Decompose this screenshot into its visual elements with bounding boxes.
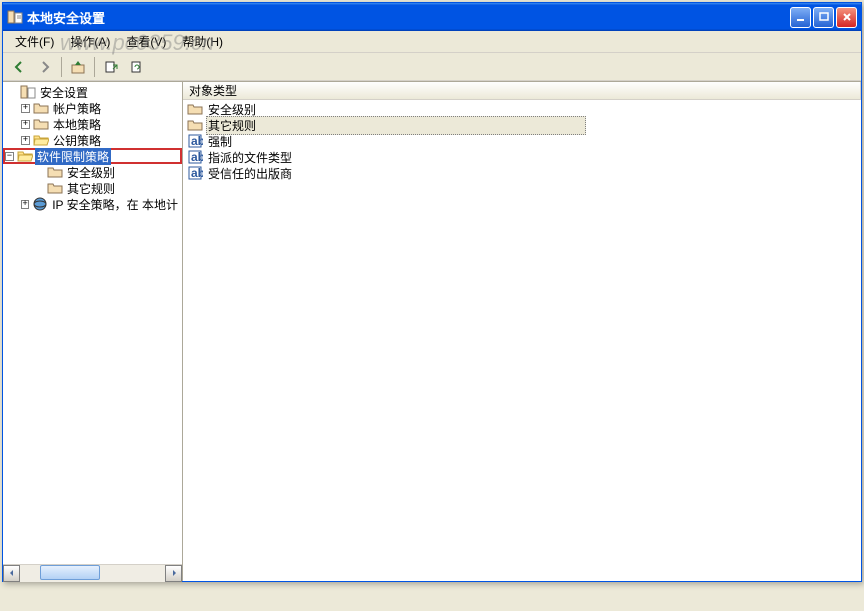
folder-icon	[47, 164, 63, 180]
folder-icon	[33, 100, 49, 116]
tree-label: 安全设置	[38, 84, 90, 101]
refresh-button[interactable]	[125, 55, 149, 79]
list-panel: 对象类型 安全级别 其它规则 ab 强制 ab 指派的文件类型	[183, 82, 861, 581]
toolbar-separator	[94, 57, 95, 77]
column-header-type[interactable]: 对象类型	[183, 82, 861, 99]
up-button[interactable]	[66, 55, 90, 79]
tree-label: 帐户策略	[51, 100, 103, 117]
list-item-enforce[interactable]: ab 强制	[183, 133, 861, 149]
folder-icon	[47, 180, 63, 196]
scroll-thumb[interactable]	[40, 565, 100, 580]
tree-label: 其它规则	[65, 180, 117, 197]
scroll-left-button[interactable]	[3, 565, 20, 582]
list-item-label: 强制	[206, 133, 234, 150]
horizontal-scrollbar[interactable]	[3, 564, 182, 581]
toolbar-separator	[61, 57, 62, 77]
maximize-button[interactable]	[813, 7, 834, 28]
expand-icon[interactable]: +	[21, 120, 30, 129]
tree-other-rules[interactable]: 其它规则	[3, 180, 182, 196]
folder-open-icon	[17, 148, 33, 164]
content-area: 安全设置 + 帐户策略 + 本地策略 + 公钥策略	[3, 81, 861, 581]
close-button[interactable]	[836, 7, 857, 28]
window-title: 本地安全设置	[27, 8, 790, 27]
tree-view[interactable]: 安全设置 + 帐户策略 + 本地策略 + 公钥策略	[3, 82, 182, 564]
list-body[interactable]: 安全级别 其它规则 ab 强制 ab 指派的文件类型 ab 受信任的出版商	[183, 100, 861, 581]
expand-icon[interactable]: +	[21, 136, 30, 145]
menu-action[interactable]: 操作(A)	[62, 31, 118, 52]
tree-panel: 安全设置 + 帐户策略 + 本地策略 + 公钥策略	[3, 82, 183, 581]
scroll-right-button[interactable]	[165, 565, 182, 582]
svg-text:ab: ab	[191, 150, 203, 164]
list-header: 对象类型	[183, 82, 861, 100]
expand-icon[interactable]: +	[21, 200, 29, 209]
scroll-track[interactable]	[20, 565, 165, 582]
property-icon: ab	[187, 165, 203, 181]
list-item-trusted-pub[interactable]: ab 受信任的出版商	[183, 165, 861, 181]
folder-open-icon	[33, 132, 49, 148]
tree-software-restriction[interactable]: − 软件限制策略	[3, 148, 182, 164]
expand-icon[interactable]: +	[21, 104, 30, 113]
folder-icon	[187, 101, 203, 117]
menu-bar: 文件(F) 操作(A) 查看(V) 帮助(H)	[3, 31, 861, 53]
list-item-other-rules[interactable]: 其它规则	[183, 117, 861, 133]
tree-ip-policy[interactable]: + IP 安全策略，在 本地计	[3, 196, 182, 212]
title-bar: 本地安全设置	[3, 3, 861, 31]
toolbar	[3, 53, 861, 81]
tree-root-security[interactable]: 安全设置	[3, 84, 182, 100]
property-icon: ab	[187, 133, 203, 149]
tree-security-level[interactable]: 安全级别	[3, 164, 182, 180]
network-icon	[32, 196, 48, 212]
security-icon	[20, 84, 36, 100]
svg-text:ab: ab	[191, 134, 203, 148]
tree-account-policy[interactable]: + 帐户策略	[3, 100, 182, 116]
folder-icon	[187, 117, 203, 133]
property-icon: ab	[187, 149, 203, 165]
list-item-file-types[interactable]: ab 指派的文件类型	[183, 149, 861, 165]
tree-label: 公钥策略	[51, 132, 103, 149]
forward-button[interactable]	[33, 55, 57, 79]
tree-label: 本地策略	[51, 116, 103, 133]
tree-label: 软件限制策略	[35, 148, 111, 165]
list-item-label: 指派的文件类型	[206, 149, 294, 166]
folder-icon	[33, 116, 49, 132]
main-window: 本地安全设置 文件(F) 操作(A) 查看(V) 帮助(H) 安全设置	[2, 2, 862, 582]
tree-local-policy[interactable]: + 本地策略	[3, 116, 182, 132]
back-button[interactable]	[7, 55, 31, 79]
tree-label: 安全级别	[65, 164, 117, 181]
list-item-label: 其它规则	[206, 116, 586, 135]
tree-label: IP 安全策略，在 本地计	[50, 196, 180, 213]
list-item-label: 受信任的出版商	[206, 165, 294, 182]
collapse-icon[interactable]: −	[5, 152, 14, 161]
export-button[interactable]	[99, 55, 123, 79]
window-buttons	[790, 7, 857, 28]
tree-pubkey-policy[interactable]: + 公钥策略	[3, 132, 182, 148]
menu-file[interactable]: 文件(F)	[7, 31, 62, 52]
minimize-button[interactable]	[790, 7, 811, 28]
svg-text:ab: ab	[191, 166, 203, 180]
menu-help[interactable]: 帮助(H)	[174, 31, 231, 52]
app-icon	[7, 9, 23, 25]
menu-view[interactable]: 查看(V)	[118, 31, 174, 52]
